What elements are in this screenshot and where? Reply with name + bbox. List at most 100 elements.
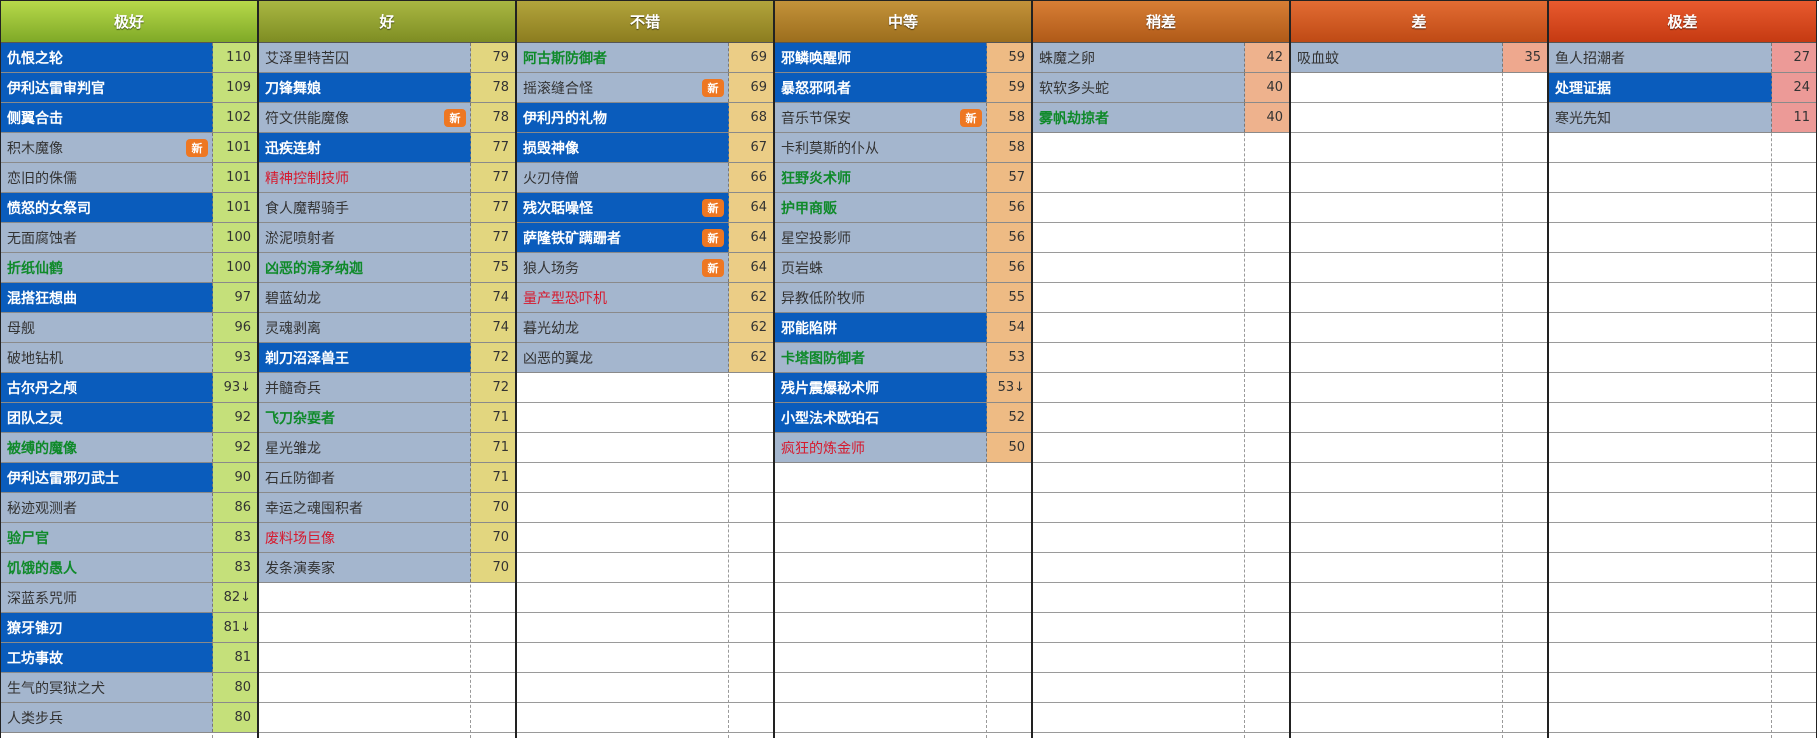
card-row[interactable]: 摇滚缝合怪 新 69 <box>517 73 773 103</box>
card-row[interactable]: 符文供能魔像 新 78 <box>259 103 515 133</box>
card-score: 27 <box>1772 43 1816 72</box>
card-row[interactable]: 异教低阶牧师 55 <box>775 283 1031 313</box>
card-name: 萨隆铁矿蹒跚者 新 <box>517 223 729 252</box>
card-row[interactable]: 狂野炎术师 57 <box>775 163 1031 193</box>
card-row[interactable]: 蛛魔之卵 42 <box>1033 43 1289 73</box>
card-name-text: 音乐节保安 <box>781 110 851 127</box>
card-row[interactable]: 雾帆劫掠者 40 <box>1033 103 1289 133</box>
card-row[interactable]: 暴怒邪吼者 59 <box>775 73 1031 103</box>
tier-rows: 仇恨之轮 110 伊利达雷审判官 109 侧翼合击 102 积木魔像 新 101 恋旧的侏儒 101… <box>1 43 257 738</box>
card-row[interactable]: 食人魔帮骑手 77 <box>259 193 515 223</box>
card-row[interactable]: 残片震爆秘术师 53↓ <box>775 373 1031 403</box>
card-row[interactable]: 鱼人招潮者 27 <box>1549 43 1816 73</box>
card-row[interactable]: 寒光先知 11 <box>1549 103 1816 133</box>
card-name: 页岩蛛 <box>775 253 987 282</box>
card-row[interactable]: 软软多头蛇 40 <box>1033 73 1289 103</box>
card-name-text: 破地钻机 <box>7 350 63 367</box>
card-name: 处理证据 <box>1549 73 1772 102</box>
card-row[interactable]: 无面腐蚀者 100 <box>1 223 257 253</box>
card-name: 凶恶的滑矛纳迦 <box>259 253 471 282</box>
card-row[interactable]: 伊利丹的礼物 68 <box>517 103 773 133</box>
card-row[interactable]: 音乐节保安 新 58 <box>775 103 1031 133</box>
card-name: 伊利达雷邪刃武士 <box>1 463 213 492</box>
card-name: 狂野炎术师 <box>775 163 987 192</box>
card-row[interactable]: 剃刀沼泽兽王 72 <box>259 343 515 373</box>
card-row[interactable]: 萨隆铁矿蹒跚者 新 64 <box>517 223 773 253</box>
card-row[interactable]: 并髓奇兵 72 <box>259 373 515 403</box>
card-row[interactable]: 火刃侍僧 66 <box>517 163 773 193</box>
card-row[interactable]: 验尸官 83 <box>1 523 257 553</box>
card-row[interactable]: 团队之灵 92 <box>1 403 257 433</box>
card-row[interactable]: 精神控制技师 77 <box>259 163 515 193</box>
card-row[interactable]: 刀锋舞娘 78 <box>259 73 515 103</box>
card-row[interactable]: 卡塔图防御者 53 <box>775 343 1031 373</box>
card-row[interactable]: 古尔丹之颅 93↓ <box>1 373 257 403</box>
card-name-text: 阿古斯防御者 <box>523 50 607 67</box>
card-row[interactable]: 秘迹观测者 86 <box>1 493 257 523</box>
card-row[interactable]: 饥饿的愚人 83 <box>1 553 257 583</box>
card-name-text: 团队之灵 <box>7 410 63 427</box>
card-row[interactable]: 伊利达雷邪刃武士 90 <box>1 463 257 493</box>
card-row[interactable]: 人类步兵 80 <box>1 703 257 733</box>
card-row[interactable]: 深蓝系咒师 82↓ <box>1 583 257 613</box>
card-row[interactable]: 发条演奏家 70 <box>259 553 515 583</box>
card-row[interactable]: 淤泥喷射者 77 <box>259 223 515 253</box>
card-row[interactable]: 愤怒的女祭司 101 <box>1 193 257 223</box>
card-row[interactable]: 阿古斯防御者 69 <box>517 43 773 73</box>
card-score: 35 <box>1503 43 1547 72</box>
card-row[interactable]: 石丘防御者 71 <box>259 463 515 493</box>
card-row[interactable]: 幸运之魂囤积者 70 <box>259 493 515 523</box>
card-row[interactable]: 灵魂剥离 74 <box>259 313 515 343</box>
card-row[interactable]: 飞刀杂耍者 71 <box>259 403 515 433</box>
card-row[interactable]: 工坊事故 81 <box>1 643 257 673</box>
card-row[interactable]: 星光雏龙 71 <box>259 433 515 463</box>
card-name-text: 废料场巨像 <box>265 530 335 547</box>
card-row[interactable]: 狼人场务 新 64 <box>517 253 773 283</box>
card-row[interactable]: 损毁神像 67 <box>517 133 773 163</box>
card-row[interactable]: 邪鳞唤醒师 59 <box>775 43 1031 73</box>
card-row[interactable]: 母舰 96 <box>1 313 257 343</box>
card-row[interactable]: 仇恨之轮 110 <box>1 43 257 73</box>
card-row[interactable]: 页岩蛛 56 <box>775 253 1031 283</box>
card-score: 96 <box>213 313 257 342</box>
card-row[interactable]: 碧蓝幼龙 74 <box>259 283 515 313</box>
card-name-text: 伊利达雷审判官 <box>7 80 105 97</box>
card-row[interactable]: 吸血蚊 35 <box>1291 43 1547 73</box>
card-row[interactable]: 伊利达雷审判官 109 <box>1 73 257 103</box>
card-row[interactable]: 积木魔像 新 101 <box>1 133 257 163</box>
card-name-text: 积木魔像 <box>7 140 63 157</box>
card-row[interactable]: 混搭狂想曲 97 <box>1 283 257 313</box>
card-row[interactable]: 凶恶的翼龙 62 <box>517 343 773 373</box>
card-row[interactable]: 疯狂的炼金师 50 <box>775 433 1031 463</box>
card-row[interactable]: 被缚的魔像 92 <box>1 433 257 463</box>
card-row[interactable]: 星空投影师 56 <box>775 223 1031 253</box>
card-name-text: 人类步兵 <box>7 710 63 727</box>
card-name: 鱼人招潮者 <box>1549 43 1772 72</box>
card-row[interactable]: 恋旧的侏儒 101 <box>1 163 257 193</box>
card-row[interactable]: 艾泽里特苦囚 79 <box>259 43 515 73</box>
card-row[interactable]: 小型法术欧珀石 52 <box>775 403 1031 433</box>
card-row[interactable]: 凶恶的滑矛纳迦 75 <box>259 253 515 283</box>
card-score: 80 <box>213 703 257 732</box>
card-row[interactable]: 侧翼合击 102 <box>1 103 257 133</box>
card-name-text: 幸运之魂囤积者 <box>265 500 363 517</box>
card-row[interactable]: 暮光幼龙 62 <box>517 313 773 343</box>
card-row[interactable]: 卡利莫斯的仆从 58 <box>775 133 1031 163</box>
card-row[interactable]: 量产型恐吓机 62 <box>517 283 773 313</box>
card-name: 饥饿的愚人 <box>1 553 213 582</box>
card-row[interactable]: 废料场巨像 70 <box>259 523 515 553</box>
card-score: 102 <box>213 103 257 132</box>
card-row[interactable]: 迅疾连射 77 <box>259 133 515 163</box>
card-row[interactable]: 邪能陷阱 54 <box>775 313 1031 343</box>
card-row[interactable]: 獠牙锥刃 81↓ <box>1 613 257 643</box>
card-row[interactable]: 折纸仙鹤 100 <box>1 253 257 283</box>
card-row[interactable]: 处理证据 24 <box>1549 73 1816 103</box>
card-row[interactable]: 生气的冥狱之犬 80 <box>1 673 257 703</box>
tier-rows: 阿古斯防御者 69 摇滚缝合怪新 69 伊利丹的礼物 68 损毁神像 67 火刃侍僧 66 残次聒噪… <box>517 43 773 738</box>
card-row[interactable]: 破地钻机 93 <box>1 343 257 373</box>
card-row[interactable]: 残次聒噪怪 新 64 <box>517 193 773 223</box>
card-name-text: 灵魂剥离 <box>265 320 321 337</box>
card-name: 摇滚缝合怪 新 <box>517 73 729 102</box>
card-row[interactable]: 护甲商贩 56 <box>775 193 1031 223</box>
card-score: 110 <box>213 43 257 72</box>
